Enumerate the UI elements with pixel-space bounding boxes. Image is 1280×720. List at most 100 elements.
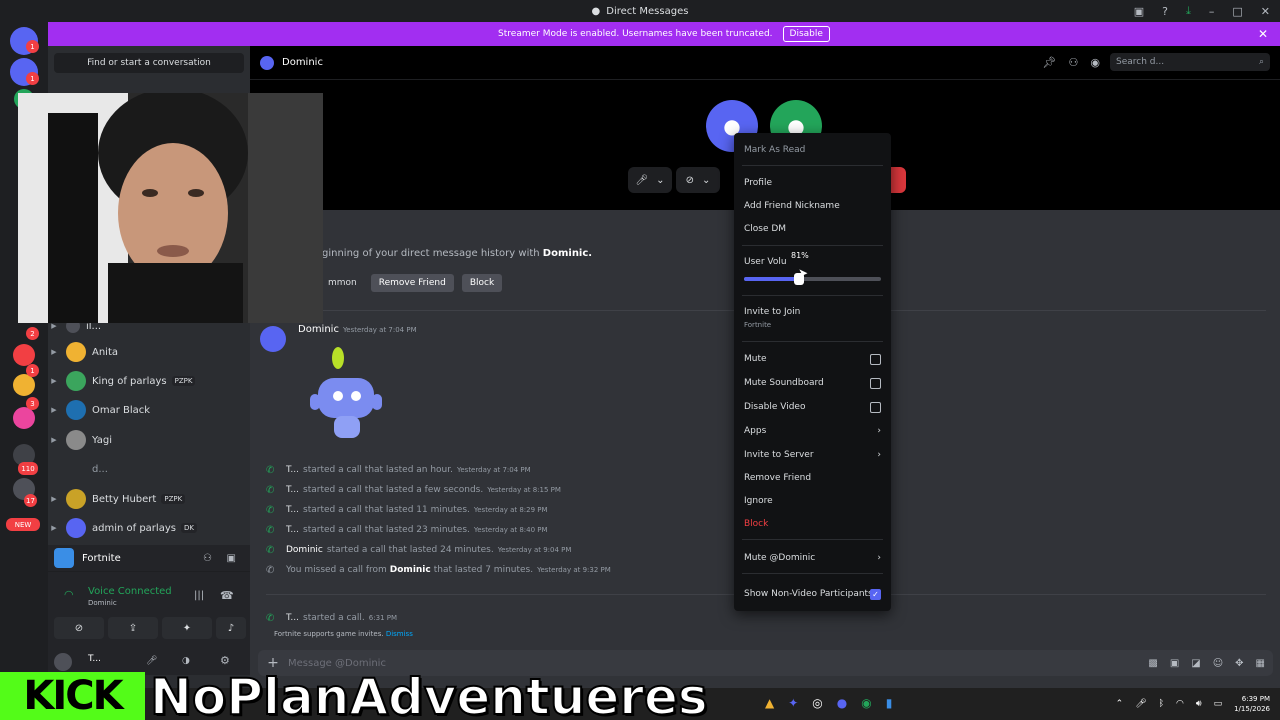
help-icon[interactable]: ?: [1162, 5, 1168, 18]
profile-item[interactable]: Profile: [744, 174, 881, 192]
dm-list-item[interactable]: ▶ Yagi: [48, 428, 250, 452]
avatar[interactable]: [260, 326, 286, 352]
disconnect-icon[interactable]: ☎: [220, 589, 234, 602]
battery-icon[interactable]: ▭: [1214, 699, 1223, 709]
discord-taskbar-icon[interactable]: ●: [837, 696, 847, 710]
close-window-button[interactable]: ✕: [1261, 5, 1270, 18]
gif-icon[interactable]: ▣: [1170, 658, 1179, 669]
activities-icon[interactable]: ▦: [1256, 658, 1265, 669]
dm-list-item[interactable]: ▶ Anita: [48, 340, 250, 364]
wifi-icon[interactable]: ◠: [1176, 699, 1184, 709]
search-input[interactable]: Search d... ⌕: [1110, 53, 1270, 71]
mute-soundboard-item[interactable]: Mute Soundboard: [744, 374, 881, 392]
username[interactable]: T...: [88, 654, 101, 664]
mic-icon[interactable]: 🎤︎: [1135, 699, 1146, 709]
volume-icon[interactable]: 🔊︎: [1196, 699, 1202, 709]
voice-channel[interactable]: Dominic: [88, 599, 117, 607]
apps-icon[interactable]: ✥: [1235, 658, 1243, 669]
mutual-servers-label[interactable]: mmon: [322, 274, 363, 292]
camera-control[interactable]: ⊘ ⌄: [676, 167, 720, 193]
new-badge[interactable]: NEW: [6, 518, 40, 531]
app-icon[interactable]: ▮: [886, 696, 893, 710]
mute-item[interactable]: Mute: [744, 350, 881, 368]
activity-bar[interactable]: Fortnite ⚇ ▣: [48, 545, 250, 571]
apps-item[interactable]: Apps ›: [744, 422, 881, 440]
mic-icon[interactable]: 🎤︎: [146, 656, 157, 666]
mic-control[interactable]: 🎤︎ ⌄: [628, 167, 672, 193]
add-member-icon[interactable]: ⚇: [1069, 56, 1079, 69]
screen-icon[interactable]: ▣: [227, 553, 236, 564]
expand-icon[interactable]: ▶: [48, 377, 60, 385]
mute-user-item[interactable]: Mute @Dominic ›: [744, 549, 881, 567]
app-icon[interactable]: ◎: [812, 696, 822, 710]
pin-icon[interactable]: 📌︎: [1043, 56, 1057, 69]
dm-list-item[interactable]: ▶ Betty Hubert PZPK: [48, 487, 250, 511]
remove-friend-item[interactable]: Remove Friend: [744, 469, 881, 487]
ignore-item[interactable]: Ignore: [744, 492, 881, 510]
mute-soundboard-checkbox[interactable]: [870, 377, 881, 389]
webcam-overlay: [18, 93, 323, 323]
disable-video-checkbox[interactable]: [870, 401, 881, 413]
download-icon[interactable]: ⤓: [1186, 4, 1191, 18]
soundboard-button[interactable]: ♪: [216, 617, 246, 639]
block-item[interactable]: Block: [744, 515, 881, 533]
expand-icon[interactable]: ▶: [48, 348, 60, 356]
add-nickname-item[interactable]: Add Friend Nickname: [744, 197, 881, 215]
gift-icon[interactable]: ▩: [1148, 658, 1157, 669]
server-icon[interactable]: [13, 407, 35, 429]
show-non-video-checkbox[interactable]: ✓: [870, 588, 881, 600]
disable-streamer-button[interactable]: Disable: [782, 26, 830, 42]
discord-icon: ●: [591, 5, 601, 17]
voice-status[interactable]: Voice Connected: [88, 586, 172, 597]
close-banner-icon[interactable]: ✕: [1258, 27, 1268, 41]
expand-icon[interactable]: ▶: [48, 406, 60, 414]
bluetooth-icon[interactable]: ᛒ: [1159, 699, 1164, 709]
unread-badge: 1: [26, 72, 39, 85]
disable-video-item[interactable]: Disable Video: [744, 398, 881, 416]
server-icon[interactable]: [13, 344, 35, 366]
expand-icon[interactable]: ▶: [48, 436, 60, 444]
app-icon[interactable]: ✦: [788, 696, 798, 710]
activities-button[interactable]: ✦: [162, 617, 212, 639]
emoji-icon[interactable]: ☺: [1213, 658, 1223, 669]
avatar: [66, 342, 86, 362]
find-conversation-button[interactable]: Find or start a conversation: [54, 53, 244, 73]
add-friend-icon[interactable]: ⚇: [203, 553, 212, 564]
server-icon[interactable]: [13, 374, 35, 396]
invite-to-server-item[interactable]: Invite to Server ›: [744, 446, 881, 464]
minimize-button[interactable]: –: [1209, 5, 1215, 18]
screen-share-button[interactable]: ⇪: [108, 617, 158, 639]
settings-icon[interactable]: ⚙: [220, 654, 230, 667]
message-author[interactable]: Dominic: [298, 324, 339, 335]
profile-icon[interactable]: ◉: [1090, 56, 1100, 69]
close-dm-item[interactable]: Close DM: [744, 220, 881, 238]
dm-list-item[interactable]: d...: [48, 457, 250, 481]
headset-icon[interactable]: ◑: [182, 656, 190, 666]
app-icon[interactable]: ▲: [765, 696, 774, 710]
dm-list-item[interactable]: ▶ Omar Black: [48, 398, 250, 422]
invite-to-join-item[interactable]: Invite to Join: [744, 303, 881, 321]
avatar[interactable]: [54, 653, 72, 671]
divider: [742, 341, 883, 342]
dm-list-item[interactable]: ▶ King of parlays PZPK: [48, 369, 250, 393]
dismiss-link[interactable]: Dismiss: [386, 630, 413, 638]
noise-suppression-icon[interactable]: |||: [194, 590, 204, 601]
dm-name: Anita: [92, 346, 119, 358]
message-input[interactable]: Message @Dominic: [288, 658, 386, 669]
block-button[interactable]: Block: [461, 274, 503, 292]
chevron-up-icon[interactable]: ⌃: [1116, 699, 1124, 709]
mute-checkbox[interactable]: [870, 353, 881, 365]
inbox-icon[interactable]: ▣: [1134, 5, 1144, 18]
clock[interactable]: 6:39 PM 1/15/2026: [1234, 694, 1270, 714]
camera-off-button[interactable]: ⊘: [54, 617, 104, 639]
maximize-button[interactable]: □: [1232, 5, 1242, 18]
mark-as-read-item[interactable]: Mark As Read: [744, 141, 881, 159]
show-non-video-item[interactable]: Show Non-Video Participants ✓: [744, 585, 881, 603]
dm-list-item[interactable]: ▶ admin of parlays DK: [48, 516, 250, 540]
sticker-icon[interactable]: ◪: [1191, 658, 1200, 669]
remove-friend-button[interactable]: Remove Friend: [370, 274, 454, 292]
expand-icon[interactable]: ▶: [48, 524, 60, 532]
expand-icon[interactable]: ▶: [48, 495, 60, 503]
volume-slider[interactable]: [744, 273, 881, 285]
chrome-icon[interactable]: ◉: [861, 696, 871, 710]
